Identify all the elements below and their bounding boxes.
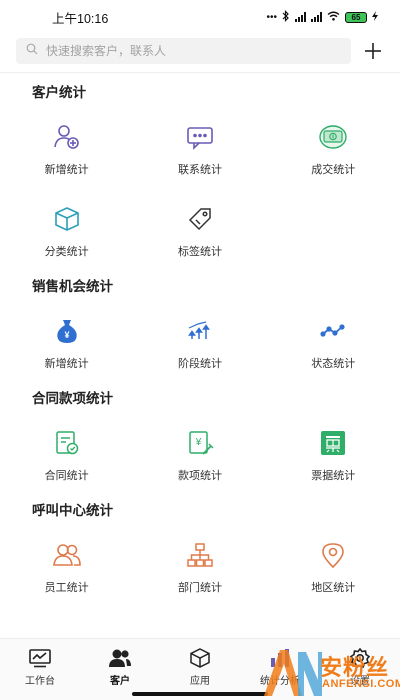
svg-text:¥: ¥: [64, 330, 69, 340]
plus-icon: [365, 43, 381, 59]
section-title: 呼叫中心统计: [32, 503, 113, 518]
customers-icon: [108, 647, 132, 669]
search-box[interactable]: [16, 38, 351, 64]
money-icon: [318, 122, 348, 152]
bluetooth-icon: [282, 9, 290, 25]
stat-item-label: 员工统计: [44, 582, 89, 594]
wifi-icon: [327, 11, 340, 24]
status-icons: ••• 65: [266, 9, 378, 25]
search-row: [0, 38, 400, 64]
stat-item-label: 联系统计: [177, 164, 222, 176]
watermark-logo-icon: [264, 650, 322, 696]
search-icon: [26, 42, 38, 60]
stat-item-departments[interactable]: 部门统计: [133, 526, 266, 608]
stat-item-tags[interactable]: 标签统计: [133, 190, 266, 272]
statistics-content: 客户统计 新增统计 联系统计 成交统计 分类统计 标签统计 销售机会统计 ¥ 新…: [0, 78, 400, 608]
dots-icon: •••: [266, 11, 277, 23]
stat-item-label: 票据统计: [311, 470, 356, 482]
apps-icon: [188, 647, 212, 669]
nav-item-apps[interactable]: 应用: [160, 639, 240, 700]
stat-item-label: 成交统计: [311, 164, 356, 176]
location-pin-icon: [318, 540, 348, 570]
charging-icon: [372, 10, 378, 24]
section-customer-stats: 客户统计 新增统计 联系统计 成交统计 分类统计 标签统计: [0, 78, 400, 272]
stat-item-label: 地区统计: [311, 582, 356, 594]
section-call-center-stats: 呼叫中心统计 员工统计 部门统计 地区统计: [0, 496, 400, 608]
stat-item-staff[interactable]: 员工统计: [0, 526, 133, 608]
svg-text:¥: ¥: [195, 437, 202, 448]
stat-item-label: 新增统计: [44, 358, 89, 370]
add-button[interactable]: [362, 40, 384, 62]
home-indicator: [132, 692, 268, 696]
status-time: 上午10:16: [52, 11, 109, 26]
section-title: 合同款项统计: [32, 391, 113, 406]
status-bar: 上午10:16 ••• 65: [0, 0, 400, 34]
stat-item-label: 部门统计: [177, 582, 222, 594]
stage-arrows-icon: [185, 316, 215, 346]
payment-icon: ¥: [185, 428, 215, 458]
stat-item-categories[interactable]: 分类统计: [0, 190, 133, 272]
nav-label: 工作台: [25, 676, 55, 687]
signal-2-icon: [311, 12, 322, 22]
org-chart-icon: [185, 540, 215, 570]
section-sales-opportunity-stats: 销售机会统计 ¥ 新增统计 阶段统计 状态统计: [0, 272, 400, 384]
stat-item-label: 新增统计: [44, 164, 89, 176]
section-title: 客户统计: [32, 85, 86, 100]
section-contract-payment-stats: 合同款项统计 合同统计 ¥ 款项统计 票据统计: [0, 384, 400, 496]
stat-item-new-opportunities[interactable]: ¥ 新增统计: [0, 302, 133, 384]
nav-label: 应用: [190, 676, 210, 687]
battery-icon: 65: [345, 11, 367, 23]
watermark-subtext: ANFENSI.COM: [322, 678, 400, 690]
stat-item-contracts[interactable]: 合同统计: [0, 414, 133, 496]
stat-item-status[interactable]: 状态统计: [267, 302, 400, 384]
stat-item-label: 款项统计: [177, 470, 222, 482]
user-add-icon: [52, 122, 82, 152]
stat-item-contacts[interactable]: 联系统计: [133, 108, 266, 190]
box-icon: [52, 204, 82, 234]
stat-item-new-customers[interactable]: 新增统计: [0, 108, 133, 190]
ticket-icon: [318, 428, 348, 458]
stat-item-stages[interactable]: 阶段统计: [133, 302, 266, 384]
status-line-icon: [318, 316, 348, 346]
nav-label: 客户: [110, 676, 130, 687]
watermark: 安粉丝 ANFENSI.COM: [262, 646, 400, 700]
stat-item-payments[interactable]: ¥ 款项统计: [133, 414, 266, 496]
tag-icon: [185, 204, 215, 234]
stat-item-label: 状态统计: [311, 358, 356, 370]
workbench-icon: [28, 647, 52, 669]
search-input[interactable]: [46, 44, 326, 58]
nav-item-customers[interactable]: 客户: [80, 639, 160, 700]
stat-item-label: 标签统计: [177, 246, 222, 258]
stat-item-label: 合同统计: [44, 470, 89, 482]
signal-icon: [295, 12, 306, 22]
chat-icon: [185, 122, 215, 152]
stat-item-label: 阶段统计: [177, 358, 222, 370]
section-title: 销售机会统计: [32, 279, 113, 294]
contract-icon: [52, 428, 82, 458]
nav-item-workbench[interactable]: 工作台: [0, 639, 80, 700]
money-bag-icon: ¥: [52, 316, 82, 346]
header-divider: [0, 72, 400, 73]
stat-item-regions[interactable]: 地区统计: [267, 526, 400, 608]
stat-item-label: 分类统计: [44, 246, 89, 258]
stat-item-deals[interactable]: 成交统计: [267, 108, 400, 190]
stat-item-bills[interactable]: 票据统计: [267, 414, 400, 496]
staff-icon: [52, 540, 82, 570]
